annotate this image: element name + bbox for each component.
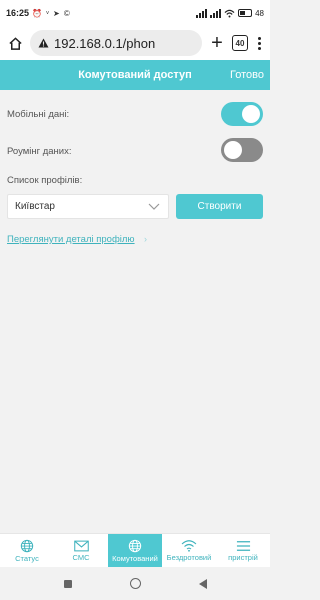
battery-icon — [238, 9, 253, 17]
nav-item-dialup[interactable]: Комутований — [108, 534, 162, 567]
wifi-icon — [181, 540, 197, 552]
nav-label-status: Статус — [15, 553, 39, 563]
browser-menu-button[interactable] — [254, 36, 264, 50]
status-notification-icons: ⏰ ᵛ ➤ © — [32, 8, 71, 18]
warning-icon — [38, 38, 49, 48]
browser-toolbar: 192.168.0.1/phon + 40 — [0, 26, 270, 60]
recent-apps-button[interactable] — [63, 579, 72, 588]
status-time: 16:25 — [6, 8, 30, 18]
nav-label-sms: СМС — [72, 552, 90, 562]
roaming-label: Роумінг даних: — [7, 146, 72, 157]
create-profile-button[interactable]: Створити — [176, 194, 263, 219]
chevron-down-icon — [147, 202, 161, 212]
nav-label-dialup: Комутований — [112, 553, 158, 563]
chevron-right-icon: › — [144, 234, 147, 244]
address-bar[interactable]: 192.168.0.1/phon — [30, 30, 202, 56]
nav-item-status[interactable]: Статус — [0, 534, 54, 567]
new-tab-button[interactable]: + — [208, 33, 226, 53]
profile-list-label: Список профілів: — [7, 175, 83, 186]
signal-icon — [196, 8, 208, 18]
mobile-data-label: Мобільні дані: — [7, 109, 70, 120]
roaming-toggle[interactable] — [221, 138, 263, 162]
url-text: 192.168.0.1/phon — [54, 35, 156, 51]
envelope-icon — [73, 540, 89, 551]
toggle-knob — [242, 105, 260, 123]
profile-select[interactable]: Київстар — [7, 194, 169, 219]
done-button[interactable]: Готово — [230, 60, 264, 90]
tab-count-button[interactable]: 40 — [232, 35, 248, 51]
nav-item-device[interactable]: пристрій — [216, 534, 270, 567]
mobile-data-toggle[interactable] — [221, 102, 263, 126]
signal-2-icon — [210, 8, 222, 18]
globe-icon — [20, 539, 34, 552]
status-right: 48 — [196, 8, 264, 18]
nav-label-device: пристрій — [228, 552, 258, 562]
home-icon — [8, 36, 22, 50]
nav-item-sms[interactable]: СМС — [54, 534, 108, 567]
page-title: Комутований доступ — [78, 69, 192, 81]
menu-icon — [236, 540, 250, 551]
page-header: Комутований доступ Готово — [0, 60, 270, 90]
profile-details-link[interactable]: Переглянути деталі профілю — [7, 234, 135, 245]
profile-selected-value: Київстар — [15, 201, 55, 212]
home-button[interactable] — [6, 34, 24, 52]
status-bar: 16:25 ⏰ ᵛ ➤ © 48 — [0, 0, 270, 26]
globe-icon — [128, 539, 142, 552]
system-navigation-bar — [0, 567, 270, 600]
battery-percent: 48 — [255, 8, 264, 18]
nav-item-wireless[interactable]: Бездротовий — [162, 534, 216, 567]
system-home-button[interactable] — [129, 578, 141, 589]
toggle-knob — [224, 141, 242, 159]
nav-label-wireless: Бездротовий — [166, 553, 212, 562]
wifi-status-icon — [224, 9, 235, 17]
bottom-navigation: Статус СМС Комутований Бездротовий прист… — [0, 533, 270, 567]
system-back-button[interactable] — [198, 578, 207, 589]
